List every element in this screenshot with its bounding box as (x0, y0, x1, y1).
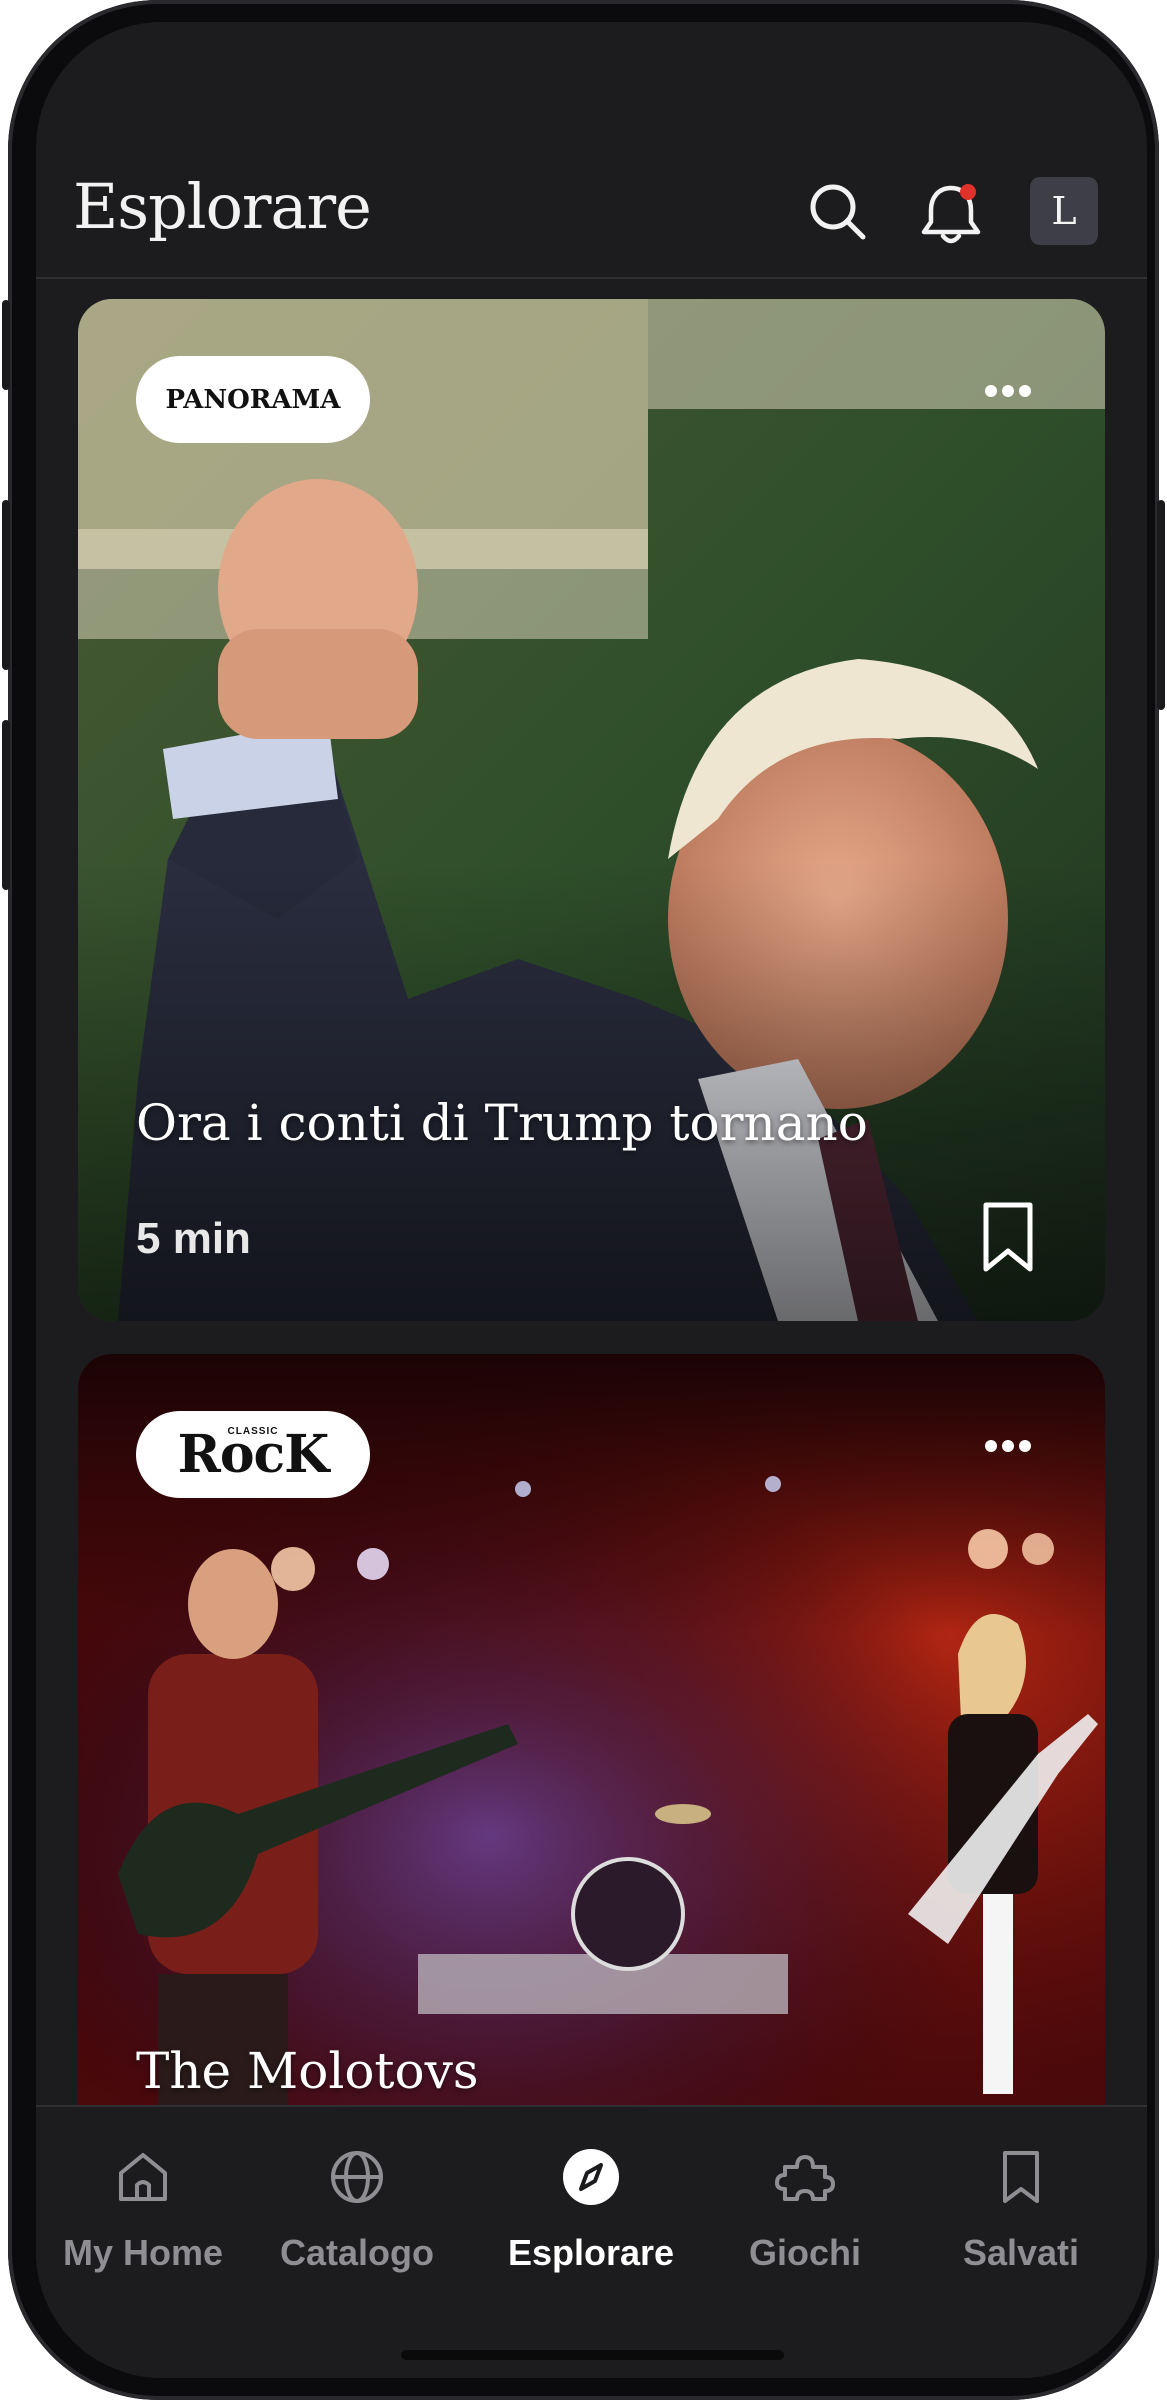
top-bar: Esplorare L (36, 152, 1147, 279)
nav-item-my-home[interactable]: My Home (36, 2107, 250, 2277)
nav-item-catalogo[interactable]: Catalogo (250, 2107, 464, 2277)
publisher-badge-classic-rock: CLASSIC RocK (136, 1411, 370, 1498)
app-screen: Esplorare L PANORAMA Ora i conti di Trum… (36, 22, 1147, 2378)
article-photo-trump (78, 299, 1105, 1321)
avatar-initial: L (1051, 189, 1077, 233)
read-duration: 5 min (136, 1214, 251, 1263)
publisher-name: PANORAMA (165, 384, 341, 415)
globe-icon (331, 2151, 383, 2203)
bookmark-icon[interactable] (978, 1199, 1038, 1280)
article-title: Ora i conti di Trump tornano (136, 1094, 868, 1152)
side-button (1157, 500, 1165, 710)
nav-label: Salvati (962, 2232, 1080, 2273)
article-title: The Molotovs (136, 2042, 479, 2100)
bottom-nav: My Home Catalogo Esplorare Giochi Salvat… (36, 2105, 1147, 2378)
article-card[interactable]: PANORAMA Ora i conti di Trump tornano 5 … (78, 299, 1105, 1321)
publisher-badge-panorama: PANORAMA (136, 356, 370, 443)
publisher-tagline: CLASSIC (227, 1426, 279, 1437)
phone-frame: Esplorare L PANORAMA Ora i conti di Trum… (2, 0, 1165, 2400)
nav-item-salvati[interactable]: Salvati (914, 2107, 1128, 2277)
compass-icon (563, 2149, 619, 2205)
more-options-icon[interactable] (983, 1436, 1033, 1456)
bookmark-icon (1003, 2151, 1039, 2203)
search-icon[interactable] (806, 180, 870, 249)
notifications-bell-icon[interactable] (916, 180, 986, 255)
nav-item-esplorare[interactable]: Esplorare (484, 2107, 698, 2277)
more-options-icon[interactable] (983, 381, 1033, 401)
home-indicator[interactable] (401, 2350, 784, 2360)
article-card[interactable]: CLASSIC RocK The Molotovs (78, 1354, 1105, 2154)
side-button (2, 500, 10, 670)
home-icon (119, 2153, 167, 2201)
puzzle-icon (775, 2155, 835, 2201)
nav-item-giochi[interactable]: Giochi (698, 2107, 912, 2277)
side-button (2, 720, 10, 890)
notification-dot (960, 184, 976, 200)
avatar[interactable]: L (1030, 177, 1098, 245)
side-button (2, 300, 10, 390)
page-title: Esplorare (73, 170, 372, 243)
nav-label: Catalogo (279, 2232, 434, 2273)
nav-label: My Home (62, 2232, 224, 2273)
nav-label: Esplorare (507, 2232, 675, 2273)
nav-label: Giochi (748, 2232, 861, 2273)
